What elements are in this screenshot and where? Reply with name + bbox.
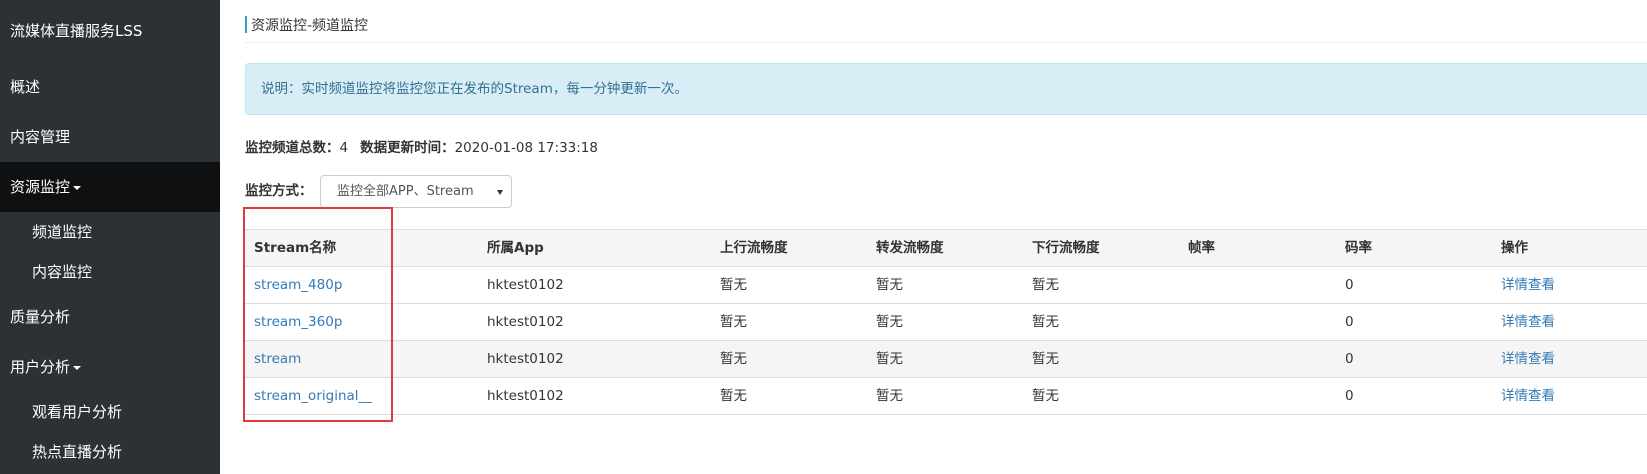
col-header-stream: Stream名称 [254, 240, 337, 256]
col-header-app: 所属App [487, 240, 544, 256]
fps-cell [1179, 267, 1336, 303]
title-accent-bar [245, 16, 247, 33]
col-header-upstream: 上行流畅度 [720, 240, 788, 256]
details-link[interactable]: 详情查看 [1492, 304, 1647, 340]
upstream-cell: 暂无 [720, 314, 747, 330]
bitrate-cell: 0 [1345, 314, 1354, 330]
col-header-forward: 转发流畅度 [876, 240, 944, 256]
upstream-cell: 暂无 [720, 277, 747, 293]
details-link[interactable]: 详情查看 [1492, 378, 1647, 414]
col-header-fps: 帧率 [1188, 240, 1215, 256]
fps-cell [1179, 304, 1336, 340]
updated-value: 2020-01-08 17:33:18 [454, 140, 598, 156]
col-header-action: 操作 [1501, 240, 1528, 256]
bitrate-cell: 0 [1345, 388, 1354, 404]
details-link[interactable]: 详情查看 [1492, 267, 1647, 303]
downstream-cell: 暂无 [1032, 314, 1059, 330]
upstream-cell: 暂无 [720, 388, 747, 404]
app-cell: hktest0102 [487, 314, 564, 330]
sidebar-subitem-content-monitoring[interactable]: 内容监控 [0, 252, 220, 292]
sidebar-item-user-analysis[interactable]: 用户分析 [0, 342, 220, 392]
page-title: 资源监控-频道监控 [251, 18, 369, 34]
app-brand: 流媒体直播服务LSS [10, 22, 143, 40]
caret-down-icon [73, 365, 82, 370]
caret-down-icon [73, 185, 82, 190]
col-header-downstream: 下行流畅度 [1032, 240, 1100, 256]
sidebar-item-resource-monitoring[interactable]: 资源监控 [0, 162, 220, 212]
total-label: 监控频道总数： [245, 140, 340, 156]
sidebar-item-label: 资源监控 [10, 178, 71, 196]
col-header-bitrate: 码率 [1345, 240, 1372, 256]
stream-link[interactable]: stream [245, 341, 478, 377]
sidebar-subitem-viewer-analysis[interactable]: 观看用户分析 [0, 392, 220, 432]
total-value: 4 [339, 140, 349, 156]
details-link[interactable]: 详情查看 [1492, 341, 1647, 377]
app-cell: hktest0102 [487, 351, 564, 367]
sidebar: 流媒体直播服务LSS 概述 内容管理 资源监控 频道监控 内容监控 质量分析 用… [0, 0, 220, 474]
main-content: 资源监控-频道监控 说明：实时频道监控将监控您正在发布的Stream，每一分钟更… [243, 0, 1647, 474]
fps-cell [1179, 341, 1336, 377]
bitrate-cell: 0 [1345, 277, 1354, 293]
forward-cell: 暂无 [876, 314, 903, 330]
stream-link[interactable]: stream_original__ [245, 378, 478, 414]
mode-select-value: 监控全部APP、Stream [337, 184, 474, 199]
app-cell: hktest0102 [487, 388, 564, 404]
table-row: stream_original__ hktest0102 暂无 暂无 暂无 0 … [245, 378, 1647, 415]
updated-label: 数据更新时间： [360, 140, 455, 156]
upstream-cell: 暂无 [720, 351, 747, 367]
bitrate-cell: 0 [1345, 351, 1354, 367]
monitor-mode: 监控方式： 监控全部APP、Stream [245, 175, 512, 208]
downstream-cell: 暂无 [1032, 277, 1059, 293]
sidebar-subitem-hot-live-analysis[interactable]: 热点直播分析 [0, 432, 220, 472]
sidebar-item-overview[interactable]: 概述 [0, 62, 220, 112]
forward-cell: 暂无 [876, 388, 903, 404]
sidebar-subitem-channel-monitoring[interactable]: 频道监控 [0, 212, 220, 252]
dropdown-arrow-icon [497, 190, 503, 195]
sidebar-item-content-management[interactable]: 内容管理 [0, 112, 220, 162]
mode-label: 监控方式： [245, 183, 313, 199]
table-row: stream_360p hktest0102 暂无 暂无 暂无 0 详情查看 [245, 304, 1647, 341]
stream-link[interactable]: stream_480p [245, 267, 478, 303]
mode-select[interactable]: 监控全部APP、Stream [320, 175, 512, 208]
table-header-row: Stream名称 所属App 上行流畅度 转发流畅度 下行流畅度 帧率 码率 操… [245, 230, 1647, 267]
fps-cell [1179, 378, 1336, 414]
sidebar-item-label: 用户分析 [10, 358, 71, 376]
forward-cell: 暂无 [876, 351, 903, 367]
app-cell: hktest0102 [487, 277, 564, 293]
table-row: stream hktest0102 暂无 暂无 暂无 0 详情查看 [245, 341, 1647, 378]
info-alert: 说明：实时频道监控将监控您正在发布的Stream，每一分钟更新一次。 [245, 63, 1647, 115]
stats-line: 监控频道总数：4 数据更新时间：2020-01-08 17:33:18 [245, 136, 598, 156]
sidebar-item-quality-analysis[interactable]: 质量分析 [0, 292, 220, 342]
forward-cell: 暂无 [876, 277, 903, 293]
downstream-cell: 暂无 [1032, 388, 1059, 404]
channel-table: Stream名称 所属App 上行流畅度 转发流畅度 下行流畅度 帧率 码率 操… [245, 229, 1647, 415]
table-row: stream_480p hktest0102 暂无 暂无 暂无 0 详情查看 [245, 267, 1647, 304]
downstream-cell: 暂无 [1032, 351, 1059, 367]
stream-link[interactable]: stream_360p [245, 304, 478, 340]
page-header: 资源监控-频道监控 [245, 0, 1647, 43]
